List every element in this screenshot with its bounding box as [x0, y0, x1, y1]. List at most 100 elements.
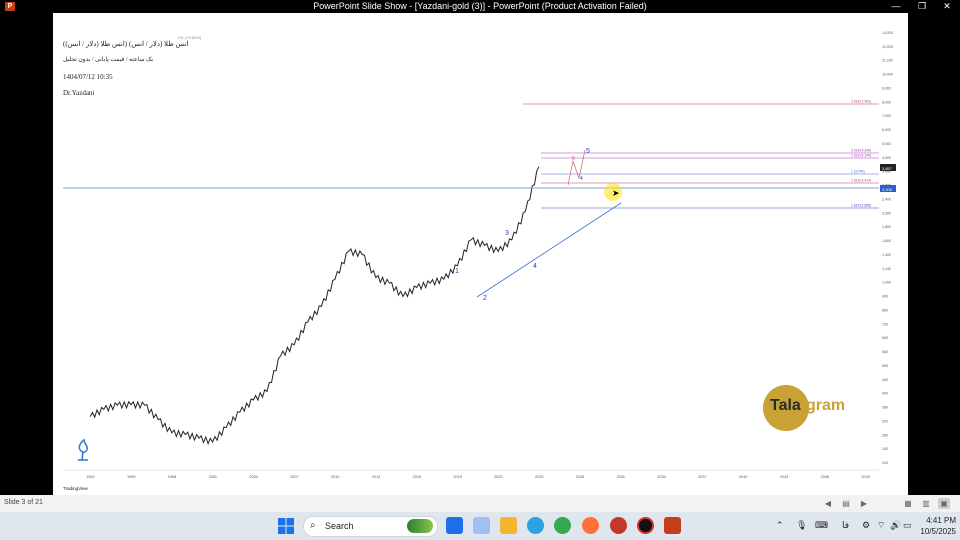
slide-sorter-icon[interactable]: ▥	[920, 498, 932, 509]
previous-slide-icon[interactable]: ◀	[822, 498, 834, 509]
y-tick-label: 400	[882, 392, 888, 396]
taskbar-clock[interactable]: 4:41 PM 10/5/2025	[912, 515, 956, 537]
wave-label: 4	[533, 263, 537, 270]
y-tick-label: 1,000	[882, 281, 891, 285]
price-marker-label: 3,857	[882, 166, 893, 171]
taskbar-search[interactable]: ⌕ Search	[303, 516, 438, 537]
x-tick-label: 2040	[739, 475, 747, 479]
tradingview-logo: TradingView	[63, 486, 89, 491]
wave-label: 1	[455, 268, 459, 275]
language-indicator[interactable]: فا	[842, 520, 849, 531]
x-tick-label: 1992	[86, 475, 94, 479]
x-tick-label: 2043	[780, 475, 788, 479]
file-explorer-icon[interactable]	[500, 517, 517, 534]
brand-drop-icon	[78, 438, 88, 461]
y-tick-label: 1,600	[882, 239, 891, 243]
firefox-icon[interactable]	[582, 517, 599, 534]
windows-start-icon[interactable]	[278, 518, 294, 534]
y-tick-label: 720	[882, 322, 888, 326]
y-tick-label: 1,400	[882, 253, 891, 257]
talagram-brand-left: Tala	[770, 397, 801, 414]
y-tick-label: 4,000	[882, 156, 891, 160]
windows-taskbar: ⌕ Search ⌃ 🎙 ⌨ فا ⚙ ⌔ 🔊 ▭ 4:41 PM 10/5/2…	[0, 512, 960, 540]
y-tick-label: 1,800	[882, 225, 891, 229]
x-tick-label: 1995	[127, 475, 135, 479]
record-app-icon[interactable]	[637, 517, 654, 534]
wave-label: 5	[572, 156, 575, 162]
y-tick-label: 10,000	[882, 73, 893, 77]
x-tick-label: 1998	[168, 475, 176, 479]
y-tick-label: 9,000	[882, 86, 891, 90]
y-tick-label: 6,000	[882, 128, 891, 132]
slide-menu-icon[interactable]: ▤	[840, 498, 852, 509]
search-placeholder: Search	[325, 521, 354, 531]
minimize-button[interactable]: —	[884, 0, 908, 13]
show-hidden-icons[interactable]: ⌃	[776, 520, 784, 531]
mouse-pointer-icon: ➤	[612, 188, 620, 198]
x-tick-label: 2013	[372, 475, 380, 479]
fib-level-label: 2.618 (4,348)	[851, 149, 871, 153]
y-tick-label: 12,000	[882, 45, 893, 49]
y-tick-label: 560	[882, 350, 888, 354]
search-highlight-icon	[407, 519, 433, 533]
fib-level-label: 2.618 (7,451)	[851, 100, 871, 104]
y-tick-label: 600	[882, 336, 888, 340]
y-tick-label: 8,000	[882, 100, 891, 104]
slide-canvas[interactable]: انس طلا (دلار / انس) (انس طلا (دلار / ان…	[53, 13, 908, 495]
next-slide-icon[interactable]: ▶	[858, 498, 870, 509]
status-bar: Slide 3 of 21 ◀ ▤ ▶ ▦ ▥ ▣	[0, 495, 960, 512]
fib-level-label: 1.618 (4,144)	[851, 154, 871, 158]
y-tick-label: 2,400	[882, 197, 891, 201]
close-button[interactable]: ✕	[935, 0, 959, 13]
y-tick-label: 440	[882, 378, 888, 382]
slide-counter: Slide 3 of 21	[4, 499, 43, 506]
pdf-app-icon[interactable]	[610, 517, 627, 534]
x-tick-label: 2016	[413, 475, 421, 479]
wave-label: 5	[586, 148, 590, 155]
y-tick-label: 210	[882, 461, 888, 465]
clock-date: 10/5/2025	[920, 527, 956, 536]
reading-view-icon[interactable]: ▣	[938, 498, 950, 509]
y-tick-label: 5,000	[882, 142, 891, 146]
volume-icon[interactable]: 🔊	[890, 520, 901, 531]
wave-label: 4	[580, 176, 583, 182]
y-tick-label: 800	[882, 308, 888, 312]
restore-button[interactable]: ❐	[910, 0, 934, 13]
talagram-brand-right: gram	[806, 397, 846, 414]
y-tick-label: 320	[882, 419, 888, 423]
price-series-line	[89, 166, 540, 446]
x-tick-label: 2001	[209, 475, 217, 479]
y-tick-label: 280	[882, 433, 888, 437]
x-tick-label: 2049	[861, 475, 869, 479]
x-tick-label: 2010	[331, 475, 339, 479]
normal-view-icon[interactable]: ▦	[902, 498, 914, 509]
keyboard-icon[interactable]: ⌨	[815, 520, 828, 531]
x-tick-label: 2028	[576, 475, 584, 479]
y-tick-label: 7,000	[882, 114, 891, 118]
hline-marker-label: 3,200	[882, 187, 893, 192]
powerpoint-taskbar-icon[interactable]	[664, 517, 681, 534]
telegram-icon[interactable]	[527, 517, 544, 534]
y-tick-label: 240	[882, 447, 888, 451]
y-tick-label: 14,000	[882, 31, 893, 35]
microphone-icon[interactable]: 🎙	[796, 520, 807, 531]
y-tick-label: 500	[882, 364, 888, 368]
desktop-app-icon[interactable]	[446, 517, 463, 534]
wifi-icon[interactable]: ⌔	[877, 520, 885, 531]
x-tick-label: 2046	[821, 475, 829, 479]
x-tick-label: 2019	[453, 475, 461, 479]
title-bar: P PowerPoint Slide Show - [Yazdani-gold …	[0, 0, 960, 13]
x-tick-label: 2034	[657, 475, 665, 479]
x-tick-label: 2031	[617, 475, 625, 479]
fib-level-label: 1.618 (3,414)	[851, 179, 871, 183]
chrome-icon[interactable]	[554, 517, 571, 534]
y-tick-label: 2,000	[882, 211, 891, 215]
settings-icon[interactable]: ⚙	[862, 520, 870, 531]
fib-level-label: 1.618 (2,685)	[851, 204, 871, 208]
network-app-icon[interactable]	[473, 517, 490, 534]
y-tick-label: 900	[882, 295, 888, 299]
battery-icon[interactable]: ▭	[903, 520, 912, 531]
y-tick-label: 360	[882, 406, 888, 410]
wave-label: 3	[505, 230, 509, 237]
search-icon: ⌕	[310, 520, 316, 531]
